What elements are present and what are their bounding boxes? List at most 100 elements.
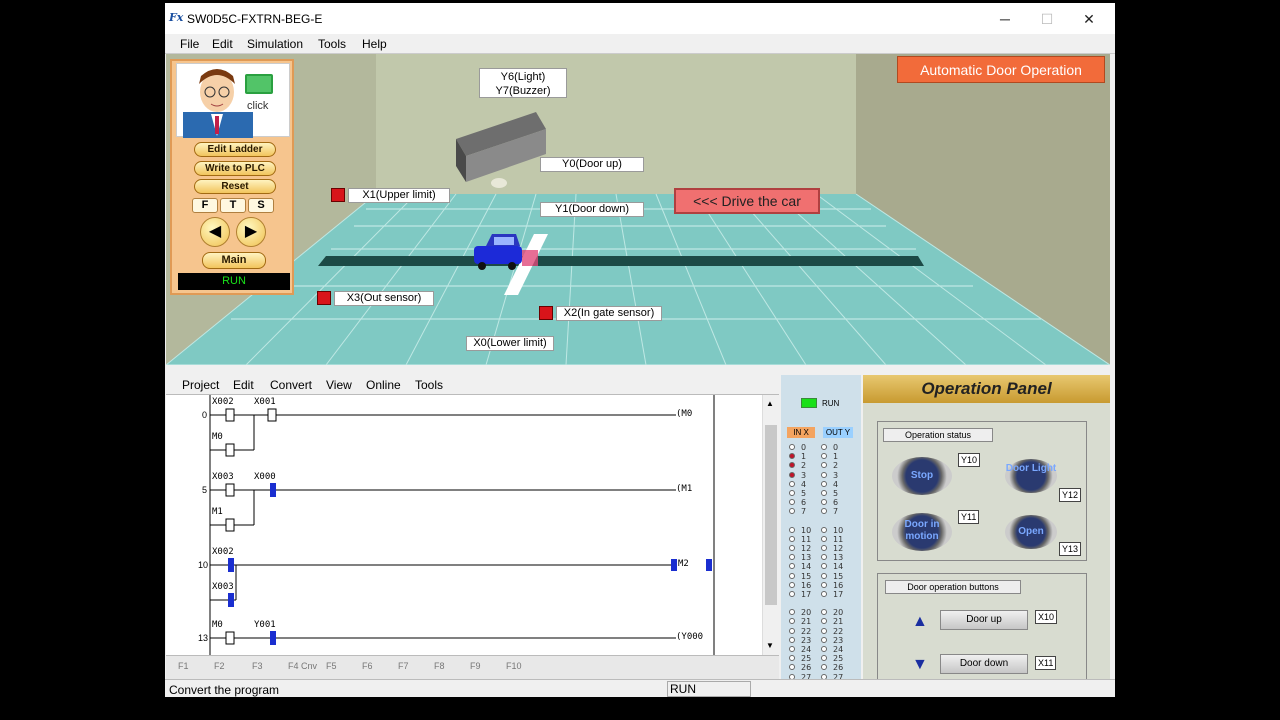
function-key-button[interactable]: F4 Cnv — [288, 661, 317, 671]
input-number: 12 — [801, 544, 812, 553]
io-row: 23 23 — [789, 636, 843, 645]
door-up-label: Y0(Door up) — [540, 157, 644, 172]
f-button[interactable]: F — [192, 198, 218, 213]
menu-tools[interactable]: Tools — [318, 37, 346, 51]
input-led — [789, 646, 795, 652]
function-key-button[interactable]: F8 — [434, 661, 445, 671]
in-gate-sensor-label: X2(In gate sensor) — [556, 306, 662, 321]
s-button[interactable]: S — [248, 198, 274, 213]
ladder-menu-edit[interactable]: Edit — [233, 378, 254, 392]
function-key-button[interactable]: F1 — [178, 661, 189, 671]
output-number: 7 — [833, 507, 839, 517]
menu-edit[interactable]: Edit — [212, 37, 233, 51]
menu-file[interactable]: File — [180, 37, 199, 51]
output-number: 21 — [833, 617, 844, 627]
ladder-diagram[interactable]: 0 5 10 13 X002 X001 M0 X003 X000 M1 X002… — [166, 395, 762, 655]
door-down-button[interactable]: Door down — [940, 654, 1028, 674]
scroll-up-icon[interactable]: ▲ — [766, 399, 774, 408]
contact-label: M0 — [212, 620, 223, 630]
function-key-button[interactable]: F7 — [398, 661, 409, 671]
io-row: 22 — [789, 461, 838, 470]
x1-sensor-indicator — [331, 188, 345, 202]
input-led — [789, 480, 795, 487]
x2-sensor-indicator — [539, 306, 553, 320]
y10-label: Y10 — [958, 453, 981, 467]
scroll-down-icon[interactable]: ▼ — [766, 641, 774, 650]
door-up-button[interactable]: Door up — [940, 610, 1028, 630]
menu-help[interactable]: Help — [362, 37, 387, 51]
reset-button[interactable]: Reset — [194, 179, 276, 194]
input-number: 16 — [801, 580, 812, 590]
io-row: 14 14 — [789, 562, 843, 571]
input-number: 5 — [801, 489, 807, 498]
io-row: 17 17 — [789, 590, 843, 599]
drive-car-button[interactable]: <<< Drive the car — [674, 188, 820, 214]
output-led — [821, 591, 827, 597]
output-number: 5 — [833, 489, 839, 498]
ladder-menu-view[interactable]: View — [326, 378, 352, 392]
click-label[interactable]: click — [247, 100, 268, 112]
output-led — [821, 480, 827, 487]
ladder-menu-project[interactable]: Project — [182, 378, 219, 392]
ladder-menu-convert[interactable]: Convert — [270, 378, 312, 392]
teacher-avatar: click — [176, 63, 290, 138]
maximize-button[interactable]: ☐ — [1027, 7, 1067, 31]
io-row: 11 — [789, 452, 838, 461]
input-number: 10 — [801, 525, 812, 535]
input-led — [789, 535, 795, 542]
y13-label: Y13 — [1059, 542, 1082, 556]
out-sensor-label: X3(Out sensor) — [334, 291, 434, 306]
function-key-button[interactable]: F5 — [326, 661, 337, 671]
output-led — [821, 508, 827, 515]
input-number: 1 — [801, 452, 807, 462]
function-key-button[interactable]: F2 — [214, 661, 225, 671]
output-led — [821, 646, 827, 652]
ladder-rungs — [209, 395, 715, 655]
output-led — [821, 453, 827, 460]
t-button[interactable]: T — [220, 198, 246, 213]
menu-simulation[interactable]: Simulation — [247, 37, 303, 51]
input-led — [789, 572, 795, 579]
app-icon: Fx — [169, 11, 184, 24]
edit-ladder-button[interactable]: Edit Ladder — [194, 142, 276, 157]
coil-label: (Y000 — [676, 632, 704, 642]
status-mode: RUN — [667, 681, 751, 697]
scroll-thumb[interactable] — [765, 425, 777, 605]
output-column-header: OUT Y — [823, 427, 853, 438]
input-led — [789, 499, 795, 506]
function-key-button[interactable]: F9 — [470, 661, 481, 671]
input-led — [789, 636, 795, 643]
output-led — [821, 499, 827, 506]
close-button[interactable]: ✕ — [1069, 7, 1109, 31]
ladder-menu-online[interactable]: Online — [366, 378, 401, 392]
input-led — [789, 471, 795, 478]
input-number: 2 — [801, 461, 807, 471]
output-led — [821, 526, 827, 533]
coil-label: M2 — [678, 559, 689, 569]
next-arrow-button[interactable]: ▶ — [236, 217, 266, 247]
function-key-button[interactable]: F3 — [252, 661, 263, 671]
x11-label: X11 — [1035, 656, 1057, 670]
output-led — [821, 554, 827, 561]
minimize-button[interactable]: ─ — [985, 7, 1025, 31]
door-down-label: Y1(Door down) — [540, 202, 644, 217]
ladder-menu-tools[interactable]: Tools — [415, 378, 443, 392]
io-row: 12 12 — [789, 544, 843, 553]
title-bar: Fx SW0D5C-FXTRN-BEG-E ─ ☐ ✕ — [165, 3, 1115, 34]
output-led — [821, 618, 827, 625]
main-button[interactable]: Main — [202, 252, 266, 269]
door-light-indicator: Door Light — [1005, 459, 1057, 493]
output-led — [821, 545, 827, 551]
function-key-button[interactable]: F6 — [362, 661, 373, 671]
step-number: 10 — [198, 560, 209, 570]
ladder-editor: Project Edit Convert View Online Tools 0… — [166, 373, 779, 655]
prev-arrow-button[interactable]: ◀ — [200, 217, 230, 247]
output-number: 0 — [833, 443, 839, 452]
io-row: 22 22 — [789, 627, 843, 636]
output-led — [821, 535, 827, 542]
function-key-button[interactable]: F10 — [506, 661, 522, 671]
ladder-scrollbar[interactable]: ▲ ▼ — [762, 395, 779, 655]
input-number: 25 — [801, 654, 812, 664]
output-number: 22 — [833, 626, 844, 636]
write-to-plc-button[interactable]: Write to PLC — [194, 161, 276, 176]
